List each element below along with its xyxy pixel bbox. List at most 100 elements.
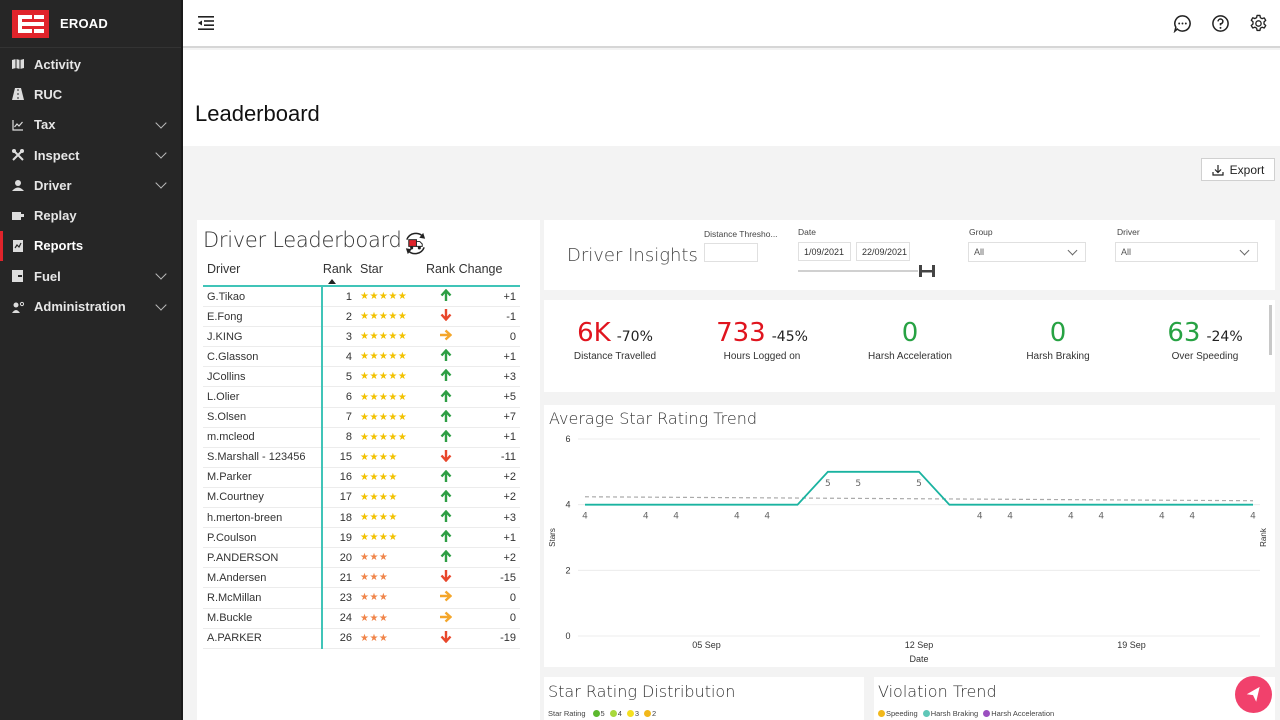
date-slider-handle[interactable] xyxy=(918,265,936,277)
table-row[interactable]: M.Buckle 24 ★★★ 0 xyxy=(203,609,520,629)
table-row[interactable]: L.Olier 6 ★★★★★ +5 xyxy=(203,387,520,408)
settings-icon[interactable] xyxy=(1249,14,1268,33)
table-row[interactable]: m.mcleod 8 ★★★★★ +1 xyxy=(203,428,520,448)
rank-value: 2 xyxy=(345,310,352,323)
table-row[interactable]: J.KING 3 ★★★★★ 0 xyxy=(203,327,520,348)
y-tick-label: 4 xyxy=(565,500,570,510)
driver-name: P.ANDERSON xyxy=(207,551,279,564)
rank-value: 8 xyxy=(345,431,352,444)
column-header-rank-change[interactable]: Rank Change xyxy=(426,262,520,276)
legend-entry[interactable]: Harsh Braking xyxy=(922,709,979,718)
legend-label: 5 xyxy=(600,709,605,718)
sidebar-item-driver[interactable]: Driver xyxy=(0,170,181,200)
driver-name: L.Olier xyxy=(207,391,240,404)
table-row[interactable]: P.ANDERSON 20 ★★★ +2 xyxy=(203,548,520,569)
y-axis-label: Stars xyxy=(548,528,557,547)
sidebar-item-reports[interactable]: Reports xyxy=(0,230,181,262)
sidebar-item-activity[interactable]: Activity xyxy=(0,49,181,79)
brand[interactable]: EROAD xyxy=(0,0,181,48)
date-range-slider[interactable] xyxy=(798,270,918,272)
legend-entry[interactable]: 3 xyxy=(626,709,639,718)
rank-value: 17 xyxy=(339,491,352,504)
column-header-star[interactable]: Star xyxy=(356,262,426,276)
sidebar-item-fuel[interactable]: Fuel xyxy=(0,261,181,291)
kpi-label: Harsh Braking xyxy=(1026,351,1090,362)
date-from-input[interactable]: 1/09/2021 xyxy=(798,242,851,261)
table-row[interactable]: S.Marshall - 123456 15 ★★★★ -11 xyxy=(203,448,520,468)
chevron-down-icon xyxy=(155,298,167,311)
legend-entry[interactable]: Speeding xyxy=(878,709,918,718)
fuel-icon xyxy=(12,270,24,283)
chat-icon[interactable] xyxy=(1173,14,1192,33)
legend-label: 4 xyxy=(617,709,622,718)
data-label: 4 xyxy=(1189,512,1195,522)
column-header-driver[interactable]: Driver xyxy=(203,262,321,276)
data-label: 4 xyxy=(673,512,679,522)
legend-label: Harsh Braking xyxy=(930,709,979,718)
star-rating: ★★★★★ xyxy=(360,331,408,343)
chevron-down-icon xyxy=(155,177,167,189)
rank-value: 18 xyxy=(339,511,352,524)
map-icon xyxy=(12,58,24,70)
group-select[interactable]: All xyxy=(968,242,1086,262)
distance-threshold-label: Distance Thresho... xyxy=(704,229,778,239)
driver-name: C.Glasson xyxy=(207,350,259,363)
kpi-value: 63 xyxy=(1167,318,1201,348)
table-row[interactable]: G.Tikao 1 ★★★★★ +1 xyxy=(203,287,520,308)
feedback-button[interactable] xyxy=(1235,676,1272,713)
date-to-input[interactable]: 22/09/2021 xyxy=(856,242,910,261)
rank-value: 5 xyxy=(345,370,352,383)
help-icon[interactable] xyxy=(1211,14,1230,33)
kpi-label: Hours Logged on xyxy=(723,351,801,362)
violation-legend: Speeding Harsh Braking Harsh Acceleration xyxy=(878,709,1056,718)
table-row[interactable]: A.PARKER 26 ★★★ -19 xyxy=(203,629,520,649)
sidebar-item-tax[interactable]: Tax xyxy=(0,110,181,140)
arrow-down-icon xyxy=(426,309,456,324)
kpi-distance-travelled: 6K -70% Distance Travelled xyxy=(545,318,685,362)
table-row[interactable]: M.Andersen 21 ★★★ -15 xyxy=(203,568,520,589)
x-tick-label: 12 Sep xyxy=(905,640,934,650)
column-header-rank[interactable]: Rank xyxy=(321,262,356,276)
rank-value: 15 xyxy=(339,451,352,464)
line-chart-icon xyxy=(12,119,24,131)
rank-value: 3 xyxy=(345,330,352,343)
table-row[interactable]: S.Olsen 7 ★★★★★ +7 xyxy=(203,408,520,428)
legend-dot-icon xyxy=(922,710,930,717)
collapse-menu-icon[interactable] xyxy=(198,16,214,30)
driver-select[interactable]: All xyxy=(1115,242,1258,262)
star-rating: ★★★ xyxy=(360,632,389,644)
export-label: Export xyxy=(1229,162,1265,177)
table-row[interactable]: R.McMillan 23 ★★★ 0 xyxy=(203,588,520,609)
report-icon xyxy=(12,239,24,252)
table-row[interactable]: C.Glasson 4 ★★★★★ +1 xyxy=(203,347,520,368)
driver-name: JCollins xyxy=(207,370,246,383)
legend-entry[interactable]: 5 xyxy=(592,709,605,718)
table-row[interactable]: h.merton-breen 18 ★★★★ +3 xyxy=(203,508,520,529)
rank-change-value: 0 xyxy=(509,330,516,343)
rank-change-value: +2 xyxy=(503,551,516,564)
driver-name: A.PARKER xyxy=(207,632,262,645)
table-row[interactable]: E.Fong 2 ★★★★★ -1 xyxy=(203,307,520,328)
truck-refresh-icon[interactable] xyxy=(403,231,428,256)
sidebar-item-inspect[interactable]: Inspect xyxy=(0,140,181,170)
export-button[interactable]: Export xyxy=(1201,158,1275,181)
arrow-up-icon xyxy=(426,349,456,364)
legend-entry[interactable]: 4 xyxy=(609,709,622,718)
sidebar-item-administration[interactable]: Administration xyxy=(0,291,181,321)
driver-name: J.KING xyxy=(207,330,243,343)
table-row[interactable]: P.Coulson 19 ★★★★ +1 xyxy=(203,528,520,549)
driver-name: G.Tikao xyxy=(207,290,246,303)
star-rating: ★★★ xyxy=(360,592,389,604)
rank-value: 21 xyxy=(339,571,352,584)
legend-entry[interactable]: Harsh Acceleration xyxy=(983,709,1054,718)
group-select-value: All xyxy=(974,247,985,257)
sidebar-item-ruc[interactable]: RUC xyxy=(0,79,181,109)
distance-threshold-input[interactable] xyxy=(704,243,758,262)
table-row[interactable]: M.Courtney 17 ★★★★ +2 xyxy=(203,488,520,509)
arrow-up-icon xyxy=(426,489,456,505)
table-row[interactable]: M.Parker 16 ★★★★ +2 xyxy=(203,468,520,488)
table-row[interactable]: JCollins 5 ★★★★★ +3 xyxy=(203,367,520,388)
sidebar-item-replay[interactable]: Replay xyxy=(0,200,181,230)
chevron-down-icon xyxy=(1067,245,1078,256)
legend-entry[interactable]: 2 xyxy=(644,709,656,718)
